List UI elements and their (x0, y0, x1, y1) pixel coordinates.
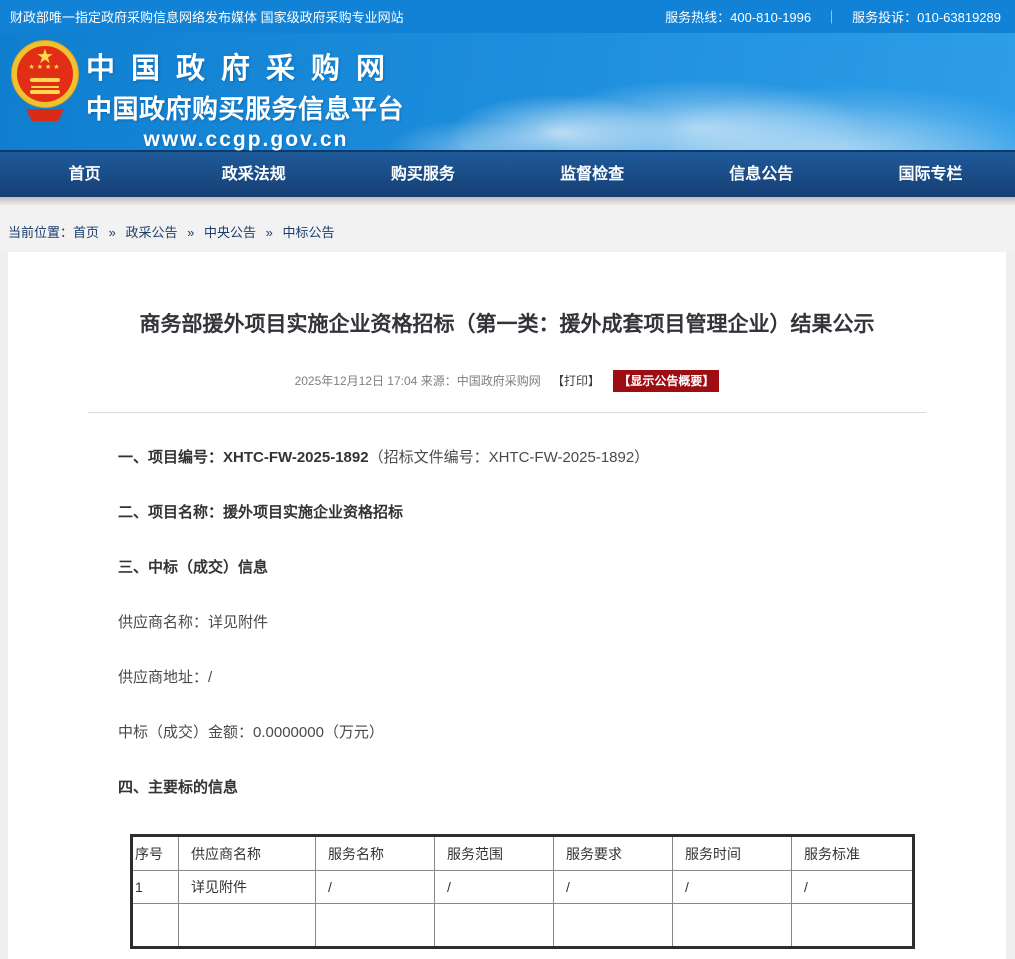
table-row-empty (132, 904, 914, 948)
service-complaint: 服务投诉：010-63819289 (852, 7, 1001, 26)
paragraph-award-info-heading: 三、中标（成交）信息 (118, 557, 1006, 578)
project-number-bold: 一、项目编号：XHTC-FW-2025-1892 (118, 449, 369, 466)
site-brand[interactable]: 中国政府采购网 中国政府购买服务信息平台 www.ccgp.gov.cn (86, 45, 406, 152)
breadcrumb-current: 中标公告 (283, 225, 335, 240)
breadcrumb-link-procurement-notices[interactable]: 政采公告 (126, 225, 178, 240)
table-cell: / (316, 871, 435, 904)
paragraph-project-name: 二、项目名称：援外项目实施企业资格招标 (118, 502, 1006, 523)
source-label: 来源：中国政府采购网 (421, 374, 541, 388)
nav-item-regulations[interactable]: 政采法规 (169, 152, 338, 197)
table-cell (435, 904, 554, 948)
table-cell (673, 904, 792, 948)
table-header-supplier: 供应商名称 (179, 836, 316, 871)
table-cell: / (792, 871, 914, 904)
table-cell: / (673, 871, 792, 904)
article-panel: 商务部援外项目实施企业资格招标（第一类：援外成套项目管理企业）结果公示 2025… (8, 252, 1006, 959)
article-meta: 2025年12月12日 17:04 来源：中国政府采购网 【打印】 【显示公告概… (8, 370, 1006, 392)
breadcrumb-prefix: 当前位置： (8, 225, 73, 240)
table-header-service-standard: 服务标准 (792, 836, 914, 871)
emblem-ribbon (26, 109, 64, 121)
table-header-service-requirement: 服务要求 (554, 836, 673, 871)
breadcrumb: 当前位置：首页 » 政采公告 » 中央公告 » 中标公告 (0, 205, 1015, 252)
site-slogan: 财政部唯一指定政府采购信息网络发布媒体 国家级政府采购专业网站 (10, 7, 404, 26)
breadcrumb-separator: » (266, 225, 273, 240)
table-header-row: 序号 供应商名称 服务名称 服务范围 服务要求 服务时间 服务标准 (132, 836, 914, 871)
site-subtitle: 中国政府购买服务信息平台 (86, 89, 406, 126)
show-summary-button[interactable]: 【显示公告概要】 (613, 370, 719, 392)
nav-item-announcements[interactable]: 信息公告 (677, 152, 846, 197)
breadcrumb-separator: » (109, 225, 116, 240)
top-service-bar: 财政部唯一指定政府采购信息网络发布媒体 国家级政府采购专业网站 服务热线：400… (0, 0, 1015, 33)
nav-item-international[interactable]: 国际专栏 (846, 152, 1015, 197)
publish-datetime: 2025年12月12日 17:04 (295, 374, 418, 388)
service-hotline: 服务热线：400-810-1996 (665, 7, 811, 26)
paragraph-supplier-address: 供应商地址：/ (118, 667, 1006, 688)
main-nav: 首页 政采法规 购买服务 监督检查 信息公告 国际专栏 (0, 150, 1015, 197)
topbar-separator: ｜ (825, 7, 838, 26)
bid-info-table: 序号 供应商名称 服务名称 服务范围 服务要求 服务时间 服务标准 1 详见附件… (130, 834, 915, 949)
site-header: ★ ★★★★ 中国政府采购网 中国政府购买服务信息平台 www.ccgp.gov… (0, 33, 1015, 150)
table-header-index: 序号 (132, 836, 179, 871)
table-cell (554, 904, 673, 948)
table-cell: / (435, 871, 554, 904)
paragraph-supplier-name: 供应商名称：详见附件 (118, 612, 1006, 633)
emblem-small-stars-icon: ★★★★ (28, 64, 61, 72)
emblem-gate-icon (30, 78, 60, 82)
table-header-service-scope: 服务范围 (435, 836, 554, 871)
paragraph-award-amount: 中标（成交）金额：0.0000000（万元） (118, 722, 1006, 743)
print-button[interactable]: 【打印】 (552, 374, 600, 388)
breadcrumb-link-home[interactable]: 首页 (73, 225, 99, 240)
table-cell (132, 904, 179, 948)
breadcrumb-link-central-notices[interactable]: 中央公告 (204, 225, 256, 240)
article-body: 一、项目编号：XHTC-FW-2025-1892（招标文件编号：XHTC-FW-… (8, 447, 1006, 798)
nav-shadow-strip (0, 197, 1015, 205)
table-cell (792, 904, 914, 948)
table-cell: / (554, 871, 673, 904)
table-cell (316, 904, 435, 948)
paragraph-project-number: 一、项目编号：XHTC-FW-2025-1892（招标文件编号：XHTC-FW-… (118, 447, 1006, 468)
paragraph-main-subject-heading: 四、主要标的信息 (118, 777, 1006, 798)
table-cell (179, 904, 316, 948)
meta-divider (88, 412, 926, 413)
site-name: 中国政府采购网 (86, 45, 406, 87)
breadcrumb-separator: » (187, 225, 194, 240)
project-number-rest: （招标文件编号：XHTC-FW-2025-1892） (369, 449, 650, 466)
nav-item-purchase-services[interactable]: 购买服务 (338, 152, 507, 197)
site-url: www.ccgp.gov.cn (86, 128, 406, 152)
nav-item-supervision[interactable]: 监督检查 (508, 152, 677, 197)
page-title: 商务部援外项目实施企业资格招标（第一类：援外成套项目管理企业）结果公示 (8, 252, 1006, 338)
table-row: 1 详见附件 / / / / / (132, 871, 914, 904)
table-header-service-name: 服务名称 (316, 836, 435, 871)
table-cell: 1 (132, 871, 179, 904)
table-cell: 详见附件 (179, 871, 316, 904)
table-header-service-time: 服务时间 (673, 836, 792, 871)
nav-item-home[interactable]: 首页 (0, 152, 169, 197)
national-emblem-logo: ★ ★★★★ (12, 41, 78, 107)
